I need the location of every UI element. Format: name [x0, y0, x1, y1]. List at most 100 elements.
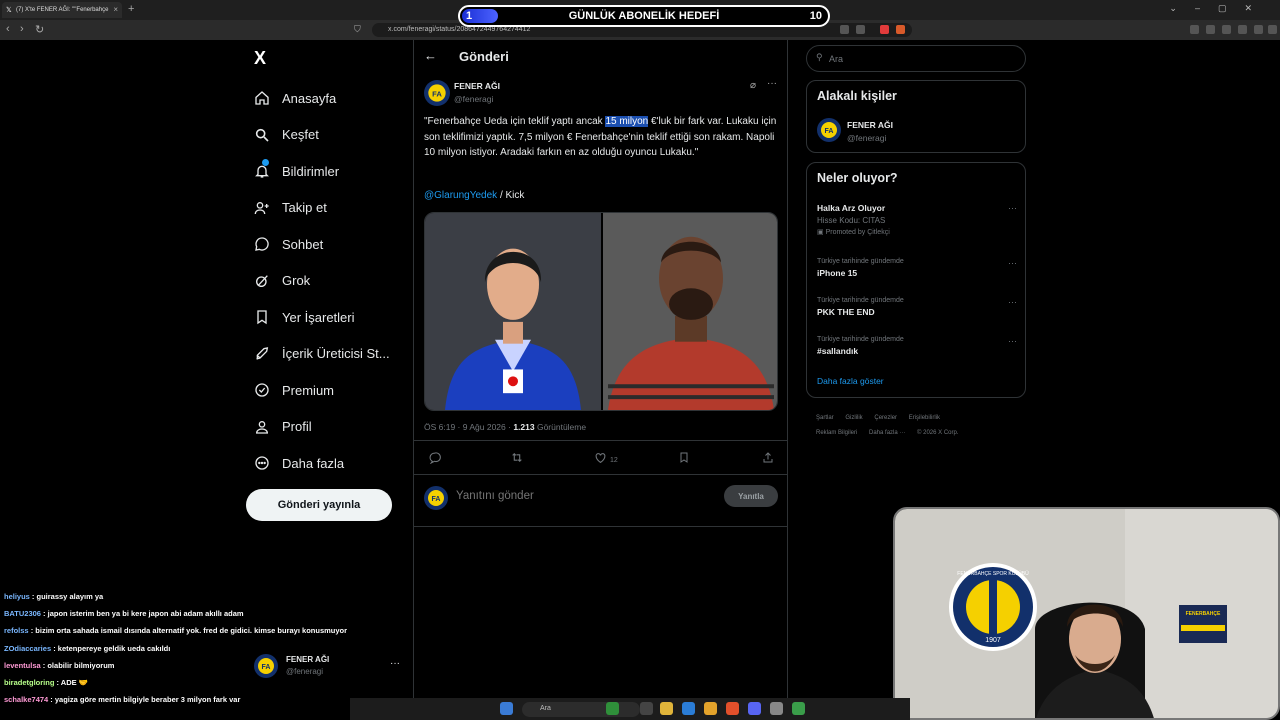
sidebar-item-home[interactable]: Anasayfa — [252, 80, 390, 117]
more-dots-icon[interactable]: ··· — [767, 78, 777, 89]
chat-message: refolss : bizim orta sahada ismail dısın… — [4, 622, 404, 640]
post-button[interactable]: Gönderi yayınla — [246, 489, 392, 521]
tweet-author-handle[interactable]: @feneragi — [454, 94, 493, 104]
back-arrow-icon[interactable]: ← — [424, 48, 437, 63]
tweet-author-name[interactable]: FENER AĞI — [454, 81, 500, 91]
svg-text:FA: FA — [432, 89, 442, 98]
zoom-icon[interactable] — [840, 25, 849, 34]
reply-button[interactable]: Yanıtla — [724, 485, 778, 507]
chat-user: refolss — [4, 626, 29, 635]
more-dots-icon[interactable]: ··· — [1008, 258, 1017, 268]
wallet-icon[interactable] — [1222, 25, 1231, 34]
notification-badge — [262, 159, 269, 166]
bookmark-icon[interactable] — [678, 451, 690, 467]
trends-panel: Neler oluyor? Halka Arz Oluyor Hisse Kod… — [806, 162, 1026, 398]
retweet-icon[interactable] — [510, 451, 524, 467]
sidebar-item-notifications[interactable]: Bildirimler — [252, 153, 390, 190]
profile-icon[interactable] — [1254, 25, 1263, 34]
trend-title: iPhone 15 — [817, 268, 858, 278]
sidebar-item-chat[interactable]: Sohbet — [252, 226, 390, 263]
chat-user: ZOdiaccaries — [4, 644, 52, 653]
reply-input[interactable] — [456, 490, 610, 502]
trend-item[interactable]: Türkiye tarihinde gündemde #sallandık ··… — [817, 336, 1017, 356]
mention-link[interactable]: @GlarungYedek — [424, 190, 497, 201]
footer-link[interactable]: Gizlilik — [845, 415, 862, 421]
footer-link[interactable]: Çerezler — [874, 415, 897, 421]
discord-icon[interactable] — [748, 702, 761, 715]
vpn-icon[interactable] — [1238, 25, 1247, 34]
sidebar-item-label: Premium — [282, 382, 335, 398]
file-explorer-icon[interactable] — [660, 702, 673, 715]
trend-item[interactable]: Türkiye tarihinde gündemde iPhone 15 ··· — [817, 258, 1017, 278]
trends-title: Neler oluyor? — [817, 171, 898, 185]
reply-icon[interactable] — [428, 451, 441, 467]
more-dots-icon[interactable]: ··· — [1008, 336, 1017, 346]
extension-icon[interactable] — [880, 25, 889, 34]
window-controls[interactable]: ⌄–▢✕ — [1169, 3, 1270, 14]
chat-user: leventulsa — [4, 661, 41, 670]
taskbar-search[interactable]: Ara — [522, 702, 640, 717]
search-placeholder: Ara — [829, 54, 844, 64]
extensions-icon[interactable] — [1190, 25, 1199, 34]
store-icon[interactable] — [682, 702, 695, 715]
sidebar-icon[interactable] — [1206, 25, 1215, 34]
url-text: x.com/feneragi/status/208647244976427441… — [388, 26, 531, 33]
sidebar-nav: Anasayfa Keşfet Bildirimler Takip et Soh… — [252, 80, 390, 482]
new-tab-icon[interactable]: + — [128, 3, 134, 15]
taskbar: Ara — [350, 698, 910, 720]
obs-icon[interactable] — [770, 702, 783, 715]
forward-nav-icon[interactable]: › — [20, 23, 24, 35]
taskview-icon[interactable] — [640, 702, 653, 715]
browser-tab[interactable]: 𝕏 (7) X'te FENER AĞI: ""Fenerbahçe × — [2, 2, 122, 18]
brave-icon[interactable] — [726, 702, 739, 715]
footer-link[interactable]: Daha fazla ··· — [869, 430, 905, 436]
windows-start-icon[interactable] — [500, 702, 513, 715]
trend-title: PKK THE END — [817, 307, 875, 317]
trend-item[interactable]: Halka Arz Oluyor Hisse Kodu: CITAS ▣ Pro… — [817, 203, 1017, 236]
cast-icon[interactable] — [856, 25, 865, 34]
chrome-icon[interactable] — [704, 702, 717, 715]
sidebar-item-creator-studio[interactable]: İçerik Üreticisi St... — [252, 336, 390, 373]
webcam-feed: 1907 FENERBAHÇE SPOR KULÜBÜ FENERBAHÇE — [893, 507, 1280, 720]
show-more-link[interactable]: Daha fazla göster — [817, 376, 884, 386]
avatar[interactable]: FA — [424, 80, 450, 106]
search-input[interactable]: ⚲ Ara — [806, 45, 1026, 72]
chat-message: biradetgloring : ADE 🤝 — [4, 674, 404, 691]
grok-explain-icon[interactable]: ⌀ — [750, 80, 756, 91]
app-icon[interactable] — [792, 702, 805, 715]
sidebar-item-bookmarks[interactable]: Yer İşaretleri — [252, 299, 390, 336]
bookmark-page-icon[interactable]: ⛉ — [354, 24, 361, 35]
sidebar-item-follow[interactable]: Takip et — [252, 190, 390, 227]
close-tab-icon[interactable]: × — [113, 5, 118, 14]
sidebar-item-more[interactable]: Daha fazla — [252, 445, 390, 482]
tweet-meta: ÖS 6:19 · 9 Ağu 2026 · 1.213 Görüntüleme — [424, 422, 586, 432]
share-icon[interactable] — [762, 451, 774, 467]
page-title: Gönderi — [459, 49, 509, 64]
tweet-actions: 12 — [414, 450, 787, 470]
heart-icon — [595, 453, 606, 464]
like-button[interactable]: 12 — [594, 451, 618, 467]
footer-link[interactable]: Şartlar — [816, 415, 834, 421]
related-name[interactable]: FENER AĞI — [847, 120, 893, 130]
back-nav-icon[interactable]: ‹ — [6, 23, 10, 35]
more-dots-icon[interactable]: ··· — [1008, 203, 1017, 213]
x-logo-icon[interactable]: X — [254, 48, 266, 69]
crest-year: 1907 — [985, 637, 1001, 644]
sidebar-item-premium[interactable]: Premium — [252, 372, 390, 409]
reload-icon[interactable]: ↻ — [35, 23, 44, 36]
sidebar-item-grok[interactable]: Grok — [252, 263, 390, 300]
trend-item[interactable]: Türkiye tarihinde gündemde PKK THE END ·… — [817, 297, 1017, 317]
menu-icon[interactable] — [1268, 25, 1277, 34]
widget-icon[interactable] — [606, 702, 619, 715]
more-dots-icon[interactable]: ··· — [1008, 297, 1017, 307]
tweet-media[interactable] — [424, 212, 778, 411]
sidebar-item-profile[interactable]: Profil — [252, 409, 390, 446]
footer-link[interactable]: Reklam Bilgileri — [816, 430, 857, 436]
avatar[interactable]: FA — [817, 118, 841, 142]
sidebar-item-explore[interactable]: Keşfet — [252, 117, 390, 154]
chat-message: ZOdiaccaries : ketenpereye geldik ueda c… — [4, 640, 404, 657]
brave-rewards-icon[interactable] — [896, 25, 905, 34]
svg-text:FA: FA — [432, 496, 441, 503]
related-handle[interactable]: @feneragi — [847, 133, 886, 143]
footer-link[interactable]: Erişilebilirlik — [909, 415, 940, 421]
